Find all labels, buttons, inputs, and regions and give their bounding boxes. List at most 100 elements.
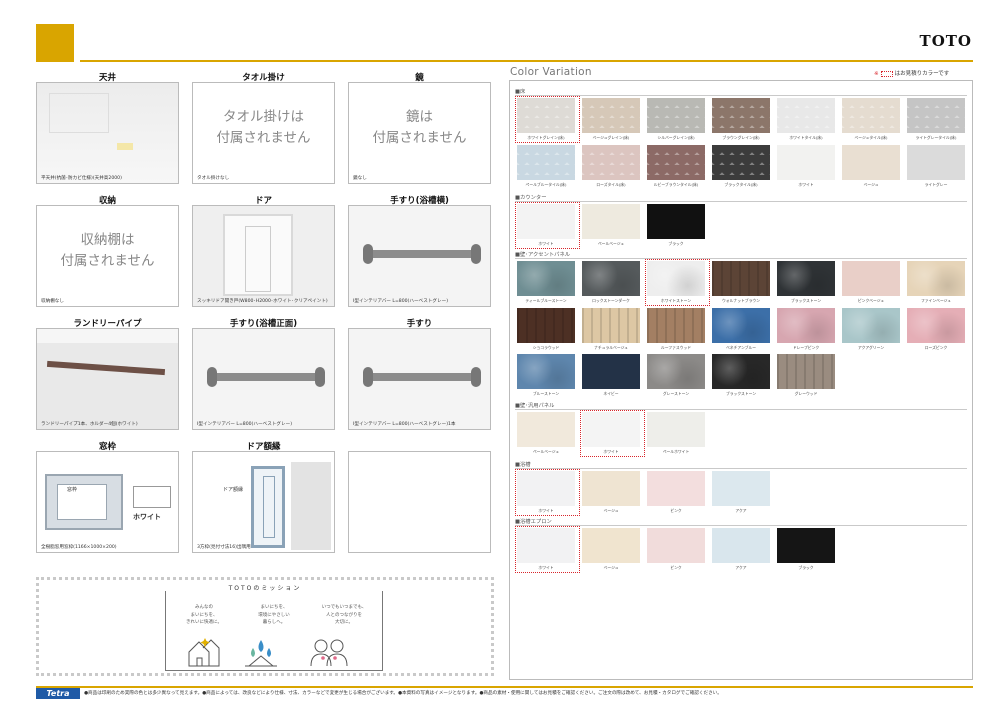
component-image: ランドリーパイプ1本、ホルダー4個(ホワイト) [36, 328, 179, 430]
swatch-label: グレーウッド [794, 391, 818, 396]
color-swatch[interactable] [712, 98, 770, 133]
swatch-label: ピンク [670, 565, 682, 570]
color-swatch[interactable] [907, 98, 965, 133]
color-swatch[interactable] [842, 261, 900, 296]
not-included-text: 鏡は 付属されません [372, 109, 467, 146]
water-drop-icon [245, 640, 277, 667]
swatch-label: ペールブルータイル(床) [525, 181, 567, 187]
color-swatch[interactable] [647, 204, 705, 239]
color-swatch[interactable] [712, 261, 770, 296]
estimate-highlight [645, 259, 710, 306]
swatch-label: ウォルナットブラウン [722, 298, 760, 303]
swatch-label: ホワイト [798, 181, 814, 187]
people-icon [310, 639, 348, 667]
color-swatch[interactable] [712, 354, 770, 389]
color-swatch[interactable] [712, 471, 770, 506]
color-swatch[interactable] [842, 98, 900, 133]
mission-text-1: みんなの まいにちを、 きれいに快適に。 [186, 605, 222, 625]
color-swatch[interactable] [582, 471, 640, 506]
heart-icon [333, 656, 337, 660]
swatch-label: ペールベージュ [597, 241, 625, 246]
color-variation-title: Color Variation [510, 66, 592, 78]
footer-rule [36, 686, 973, 688]
color-swatch[interactable] [777, 144, 835, 180]
swatch-label: ホワイト [133, 513, 161, 521]
color-swatch[interactable] [907, 261, 965, 296]
color-swatch[interactable] [582, 98, 640, 133]
mission-title: TOTOのミッション [130, 583, 400, 599]
color-swatch[interactable] [777, 98, 835, 133]
swatch-section-heading: ■浴槽エプロン [515, 518, 967, 526]
color-swatch[interactable] [582, 204, 640, 239]
component-image: ホワイト 窓枠 全樹脂窓用窓枠(1166×1000×200) [36, 451, 179, 553]
swatch-section-heading: ■床 [515, 88, 967, 96]
component-caption: I型インテリアバー L=800(ハーベストグレー)1本 [353, 422, 456, 427]
color-swatch[interactable] [647, 412, 705, 447]
swatch-label: ベージュ [603, 565, 619, 570]
color-swatch[interactable] [582, 354, 640, 389]
swatch-label: ティールブルーストーン [525, 298, 567, 303]
color-swatch[interactable] [582, 528, 640, 563]
swatch-label: ネイビー [603, 391, 619, 396]
swatch-label: ベージュタイル(床) [854, 135, 888, 140]
header-rule [80, 60, 973, 62]
swatch-section-heading: ■カウンター [515, 194, 967, 202]
swatch-label: ホワイトタイル(床) [789, 135, 823, 140]
tetra-badge: Tetra [36, 688, 80, 699]
color-swatch[interactable] [582, 144, 640, 180]
color-swatch[interactable] [647, 144, 705, 180]
color-swatch[interactable] [907, 307, 965, 343]
color-swatch[interactable] [712, 307, 770, 343]
swatch-label: シルバーグレイン(床) [657, 135, 695, 140]
color-swatch[interactable] [647, 354, 705, 389]
component-image: ドア額縁 3方枠(見付寸法16)出隅用 [192, 451, 335, 553]
color-swatch[interactable] [517, 307, 575, 343]
mission-text-3: いつでもいつまでも、 人とのつながりを 大切に。 [321, 605, 367, 625]
color-swatch[interactable] [517, 261, 575, 296]
color-swatch[interactable] [907, 144, 965, 180]
swatch-label: ブラック [798, 565, 814, 570]
not-included-text: タオル掛けは 付属されません [216, 109, 311, 146]
swatch-label: ペールホワイト [662, 449, 690, 454]
swatch-label: ベージュ [603, 508, 619, 513]
color-swatch[interactable] [582, 261, 640, 296]
color-swatch[interactable] [647, 528, 705, 563]
color-swatch[interactable] [777, 354, 835, 389]
mission-text-2: まいにちを、 環境にやさしい 暮らしへ。 [258, 605, 290, 625]
brand-square [36, 24, 74, 62]
estimate-highlight [515, 202, 580, 249]
color-swatch[interactable] [777, 261, 835, 296]
color-swatch[interactable] [842, 144, 900, 180]
swatch-label: ピンク [670, 508, 682, 513]
swatch-label: ルーファスウッド [660, 344, 692, 350]
swatch-label: ペールベージュ [532, 449, 560, 454]
component-caption: 3方枠(見付寸法16)出隅用 [197, 545, 251, 550]
color-swatch[interactable] [517, 144, 575, 180]
color-swatch[interactable] [777, 528, 835, 563]
component-image: I型インテリアバー L=800(ハーベストグレー) [348, 205, 491, 307]
swatch-label: ブラックストーン [725, 391, 757, 396]
color-swatch[interactable] [517, 412, 575, 447]
color-swatch[interactable] [647, 98, 705, 133]
component-image: I型インテリアバー L=800(ハーベストグレー)1本 [348, 328, 491, 430]
color-swatch[interactable] [842, 307, 900, 343]
component-image: 鏡は 付属されません鏡なし [348, 82, 491, 184]
swatch-section-heading: ■壁･汎用パネル [515, 402, 967, 410]
callout-label: ドア額縁 [223, 486, 244, 493]
component-caption: スッキリドア開き戸(W800･H2000･ホワイト･クリアペイント) [197, 299, 328, 304]
color-swatch[interactable] [712, 528, 770, 563]
not-included-text: 収納棚は 付属されません [60, 232, 155, 269]
color-swatch[interactable] [582, 307, 640, 343]
color-swatch[interactable] [777, 307, 835, 343]
swatch-label: ブラック [668, 241, 684, 246]
color-swatch[interactable] [517, 354, 575, 389]
estimate-color-note: ※ はお見積りカラーです [874, 70, 950, 77]
swatch-label: ルビーブラウンタイル(床) [653, 181, 699, 187]
component-caption: 鏡なし [353, 176, 367, 181]
component-image [348, 451, 491, 553]
color-swatch[interactable] [712, 144, 770, 180]
component-caption: ランドリーパイプ1本、ホルダー4個(ホワイト) [41, 422, 138, 427]
color-swatch[interactable] [647, 307, 705, 343]
color-swatch[interactable] [647, 471, 705, 506]
swatch-label: ベージュ [863, 181, 879, 187]
